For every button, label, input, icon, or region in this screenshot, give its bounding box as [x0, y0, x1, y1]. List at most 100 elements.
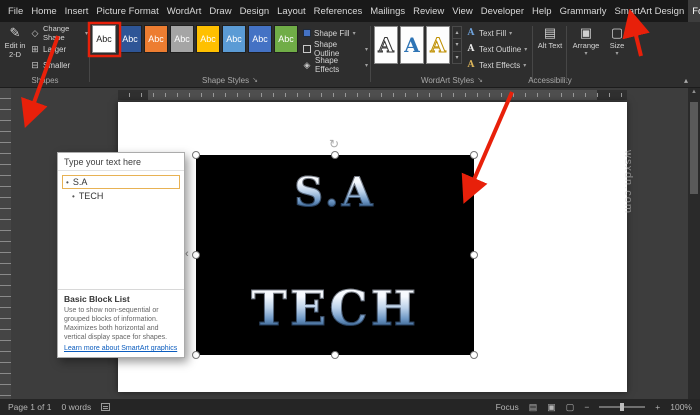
collapse-ribbon-button[interactable]: ▴ — [676, 74, 696, 86]
chevron-down-icon: ▾ — [584, 51, 587, 58]
selection-handle[interactable] — [192, 151, 200, 159]
menu-tab-picture-format[interactable]: Picture Format — [92, 0, 162, 22]
selection-handle[interactable] — [192, 351, 200, 359]
menu-tab-mailings[interactable]: Mailings — [366, 0, 409, 22]
menu-tab-format[interactable]: Format — [688, 0, 700, 22]
menu-tab-references[interactable]: References — [310, 0, 367, 22]
menu-tab-home[interactable]: Home — [27, 0, 60, 22]
wordart-line1[interactable]: S.A — [196, 169, 474, 216]
word-count[interactable]: 0 words — [61, 402, 91, 412]
focus-button[interactable]: Focus — [496, 402, 519, 412]
arrange-label: Arrange — [573, 42, 600, 50]
dialog-launcher-icon[interactable]: ↘ — [477, 76, 483, 84]
wordart-styles-group-label: WordArt Styles ↘ — [374, 74, 530, 86]
menu-tab-review[interactable]: Review — [409, 0, 448, 22]
rotate-handle-icon[interactable]: ↻ — [329, 137, 339, 151]
shape-styles-group-label: Shape Styles ↘ — [92, 74, 368, 86]
shape-style-thumb[interactable]: Abc — [170, 25, 194, 53]
text-pane-title: Type your text here — [58, 153, 184, 171]
shape-style-thumb[interactable]: Abc — [222, 25, 246, 53]
alt-text-icon: ▤ — [544, 26, 556, 40]
word-window: File Home Insert Picture Format WordArt … — [0, 0, 700, 415]
text-pane-item[interactable]: • TECH — [69, 190, 180, 202]
read-mode-icon[interactable]: ▤ — [529, 402, 538, 413]
menu-tab-draw[interactable]: Draw — [205, 0, 235, 22]
change-shape-button[interactable]: ◇ Change Shape ▾ — [30, 26, 88, 40]
smaller-button[interactable]: ⊟ Smaller — [30, 58, 88, 72]
shape-effects-button[interactable]: ◈ Shape Effects ▾ — [302, 58, 368, 72]
selection-handle[interactable] — [470, 351, 478, 359]
wordart-style-thumb[interactable]: A — [378, 33, 394, 57]
text-outline-label: Text Outline — [479, 45, 521, 54]
menu-tab-help[interactable]: Help — [528, 0, 556, 22]
text-outline-icon: A — [466, 44, 476, 54]
shape-style-thumb[interactable]: Abc — [144, 25, 168, 53]
menu-tab-smartart-design[interactable]: SmartArt Design — [611, 0, 689, 22]
zoom-level[interactable]: 100% — [670, 402, 692, 412]
shape-outline-button[interactable]: Shape Outline ▾ — [302, 42, 368, 56]
vertical-scrollbar[interactable]: ▲ — [688, 88, 700, 399]
larger-button[interactable]: ⊞ Larger — [30, 42, 88, 56]
text-outline-button[interactable]: A Text Outline ▾ — [466, 42, 528, 56]
text-effects-button[interactable]: A Text Effects ▾ — [466, 58, 528, 72]
menu-tab-view[interactable]: View — [448, 0, 476, 22]
gallery-up-icon[interactable]: ▴ — [452, 26, 462, 39]
selection-handle[interactable] — [331, 151, 339, 159]
change-shape-icon: ◇ — [30, 28, 40, 39]
wordart-line2[interactable]: TECH — [196, 281, 474, 337]
edit-in-2d-button[interactable]: ✎ Edit in 2-D — [2, 26, 28, 59]
arrange-button[interactable]: ▣ Arrange ▾ — [570, 26, 602, 57]
shape-fill-button[interactable]: Shape Fill ▾ — [302, 26, 368, 40]
selection-handle[interactable] — [470, 151, 478, 159]
wordart-styles-group-label-text: WordArt Styles — [421, 76, 474, 85]
scrollbar-thumb[interactable] — [690, 102, 698, 194]
smartart-help-link[interactable]: Learn more about SmartArt graphics — [64, 345, 178, 352]
selection-handle[interactable] — [192, 251, 200, 259]
text-pane-item-label: TECH — [79, 191, 104, 201]
shape-style-thumb[interactable]: Abc — [118, 25, 142, 53]
menu-tab-insert[interactable]: Insert — [61, 0, 93, 22]
shape-style-thumb[interactable]: Abc — [274, 25, 298, 53]
proofing-icon[interactable] — [101, 403, 110, 411]
text-pane-toggle-icon[interactable]: ‹ — [185, 248, 189, 260]
menu-tab-grammarly[interactable]: Grammarly — [556, 0, 611, 22]
size-label: Size — [610, 42, 625, 50]
zoom-out-icon[interactable]: − — [584, 402, 589, 412]
menu-tab-developer[interactable]: Developer — [477, 0, 528, 22]
zoom-in-icon[interactable]: + — [655, 402, 660, 412]
scroll-up-icon[interactable]: ▲ — [688, 89, 700, 95]
chevron-down-icon: ▾ — [509, 30, 512, 37]
gallery-down-icon[interactable]: ▾ — [452, 39, 462, 51]
page-indicator[interactable]: Page 1 of 1 — [8, 402, 51, 412]
print-layout-icon[interactable]: ▣ — [547, 402, 556, 413]
menu-tab-wordart[interactable]: WordArt — [163, 0, 206, 22]
menu-tab-file[interactable]: File — [4, 0, 27, 22]
group-divider — [370, 26, 371, 82]
dialog-launcher-icon[interactable]: ↘ — [252, 76, 258, 84]
alt-text-button[interactable]: ▤ Alt Text — [536, 26, 564, 51]
shape-style-thumb[interactable]: Abc — [92, 25, 116, 53]
watermark: wsxdn.com — [622, 150, 634, 214]
zoom-slider[interactable] — [599, 406, 645, 408]
vertical-ruler[interactable] — [0, 88, 11, 399]
text-fill-button[interactable]: A Text Fill ▾ — [466, 26, 528, 40]
selection-handle[interactable] — [470, 251, 478, 259]
smartart-shape[interactable]: ↻ ‹ S.A TECH — [196, 155, 474, 355]
wordart-style-thumb[interactable]: A — [430, 33, 446, 57]
selection-handle[interactable] — [331, 351, 339, 359]
text-pane-item[interactable]: • S.A — [62, 175, 180, 189]
shape-style-thumb[interactable]: Abc — [196, 25, 220, 53]
menu-tab-design[interactable]: Design — [236, 0, 274, 22]
wordart-style-thumb[interactable]: A — [404, 33, 420, 57]
ruler-ticks — [118, 90, 627, 100]
shape-style-thumb[interactable]: Abc — [248, 25, 272, 53]
size-button[interactable]: ▢ Size ▾ — [604, 26, 630, 57]
smaller-icon: ⊟ — [30, 60, 40, 71]
collapse-ribbon-icon: ▴ — [684, 76, 688, 85]
gallery-more-icon[interactable]: ▾ — [452, 52, 462, 64]
web-layout-icon[interactable]: ▢ — [566, 402, 575, 413]
chevron-down-icon: ▾ — [85, 30, 88, 37]
horizontal-ruler[interactable] — [118, 90, 627, 100]
zoom-slider-thumb[interactable] — [620, 403, 624, 411]
menu-tab-layout[interactable]: Layout — [273, 0, 310, 22]
